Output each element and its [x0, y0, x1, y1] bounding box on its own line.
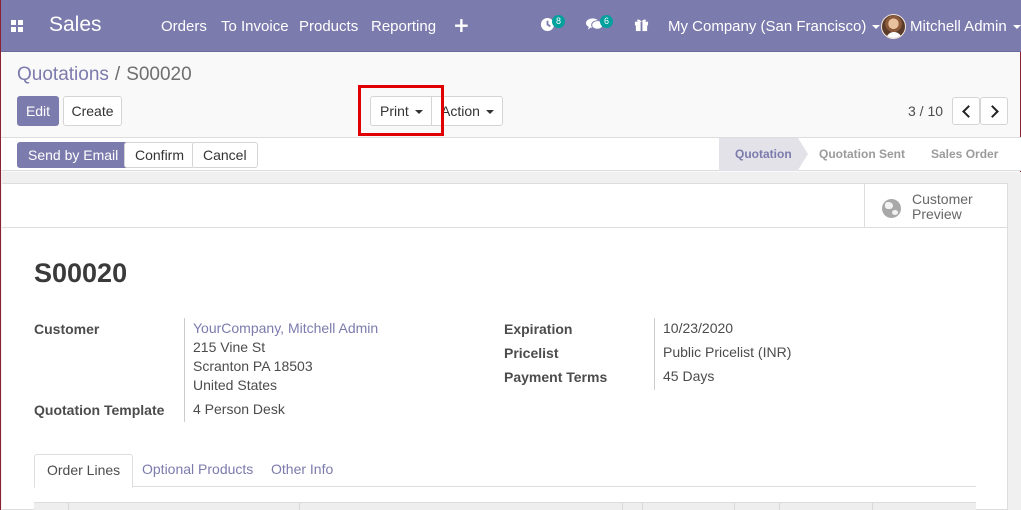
- menu-orders[interactable]: Orders: [161, 18, 207, 35]
- new-menu-plus-icon[interactable]: +: [453, 13, 470, 37]
- tab-optional-products[interactable]: Optional Products: [130, 454, 265, 487]
- status-bar: Send by Email Confirm Cancel Quotation Q…: [1, 137, 1021, 171]
- notebook-tabs: Order Lines Optional Products Other Info: [34, 454, 976, 488]
- form-sheet: Customer Preview S00020 Customer YourCom…: [2, 183, 1008, 510]
- customer-address-line: Scranton PA 18503: [193, 358, 313, 374]
- user-menu[interactable]: Mitchell Admin: [910, 18, 1021, 35]
- quotation-template-value[interactable]: 4 Person Desk: [193, 400, 285, 419]
- chevron-down-icon: [485, 110, 494, 115]
- chevron-down-icon: [1012, 25, 1021, 30]
- field-divider: [654, 318, 655, 390]
- customer-preview-button[interactable]: Customer Preview: [864, 184, 1008, 228]
- breadcrumb-quotations[interactable]: Quotations: [17, 64, 109, 85]
- pager-previous-button[interactable]: [952, 97, 980, 125]
- gift-icon[interactable]: [634, 17, 649, 36]
- company-switcher[interactable]: My Company (San Francisco): [668, 18, 881, 35]
- message-count-badge: 6: [600, 15, 614, 28]
- stage-arrow: [798, 138, 808, 170]
- customer-label: Customer: [34, 321, 100, 337]
- expiration-label: Expiration: [504, 321, 573, 337]
- pager-next-button[interactable]: [980, 97, 1008, 125]
- pricelist-value[interactable]: Public Pricelist (INR): [663, 343, 791, 362]
- customer-address-line: United States: [193, 377, 278, 393]
- pricelist-label: Pricelist: [504, 345, 559, 361]
- stage-sales-order[interactable]: Sales Order: [931, 138, 998, 171]
- order-lines-table-header: [34, 502, 976, 510]
- confirm-button[interactable]: Confirm: [124, 142, 196, 168]
- chevron-left-icon: [961, 104, 975, 118]
- page-title: S00020: [34, 258, 128, 288]
- pager-value[interactable]: 3 / 10: [908, 103, 943, 119]
- stage-quotation-sent[interactable]: Quotation Sent: [819, 138, 905, 171]
- edit-button[interactable]: Edit: [17, 96, 59, 126]
- customer-link[interactable]: YourCompany, Mitchell Admin: [193, 319, 378, 338]
- payment-terms-label: Payment Terms: [504, 369, 608, 385]
- field-divider: [184, 318, 185, 422]
- send-by-email-button[interactable]: Send by Email: [17, 142, 130, 168]
- menu-reporting[interactable]: Reporting: [371, 18, 436, 35]
- breadcrumb: Quotations / S00020: [17, 64, 192, 86]
- avatar[interactable]: [881, 14, 906, 39]
- customer-address-line: 215 Vine St: [193, 339, 266, 355]
- tab-other-info[interactable]: Other Info: [259, 454, 345, 487]
- chevron-right-icon: [985, 104, 999, 118]
- breadcrumb-current: S00020: [126, 64, 192, 85]
- apps-menu-icon[interactable]: [11, 20, 23, 32]
- quotation-template-label: Quotation Template: [34, 402, 165, 418]
- menu-to-invoice[interactable]: To Invoice: [221, 18, 289, 35]
- globe-icon: [882, 199, 901, 218]
- cancel-button[interactable]: Cancel: [192, 142, 258, 168]
- chevron-down-icon: [872, 25, 881, 30]
- menu-products[interactable]: Products: [299, 18, 358, 35]
- print-highlight-box: [358, 85, 444, 136]
- payment-terms-value[interactable]: 45 Days: [663, 367, 714, 386]
- smart-button-box: Customer Preview: [2, 184, 1008, 228]
- breadcrumb-separator: /: [114, 64, 121, 85]
- tab-order-lines[interactable]: Order Lines: [34, 454, 134, 488]
- stage-quotation[interactable]: Quotation: [719, 138, 798, 171]
- top-navbar: Sales Orders To Invoice Products Reporti…: [1, 0, 1021, 52]
- create-button[interactable]: Create: [63, 96, 122, 126]
- expiration-value[interactable]: 10/23/2020: [663, 319, 733, 338]
- activity-count-badge: 8: [552, 15, 566, 28]
- customer-preview-label: Customer Preview: [912, 191, 973, 222]
- app-name[interactable]: Sales: [49, 13, 102, 37]
